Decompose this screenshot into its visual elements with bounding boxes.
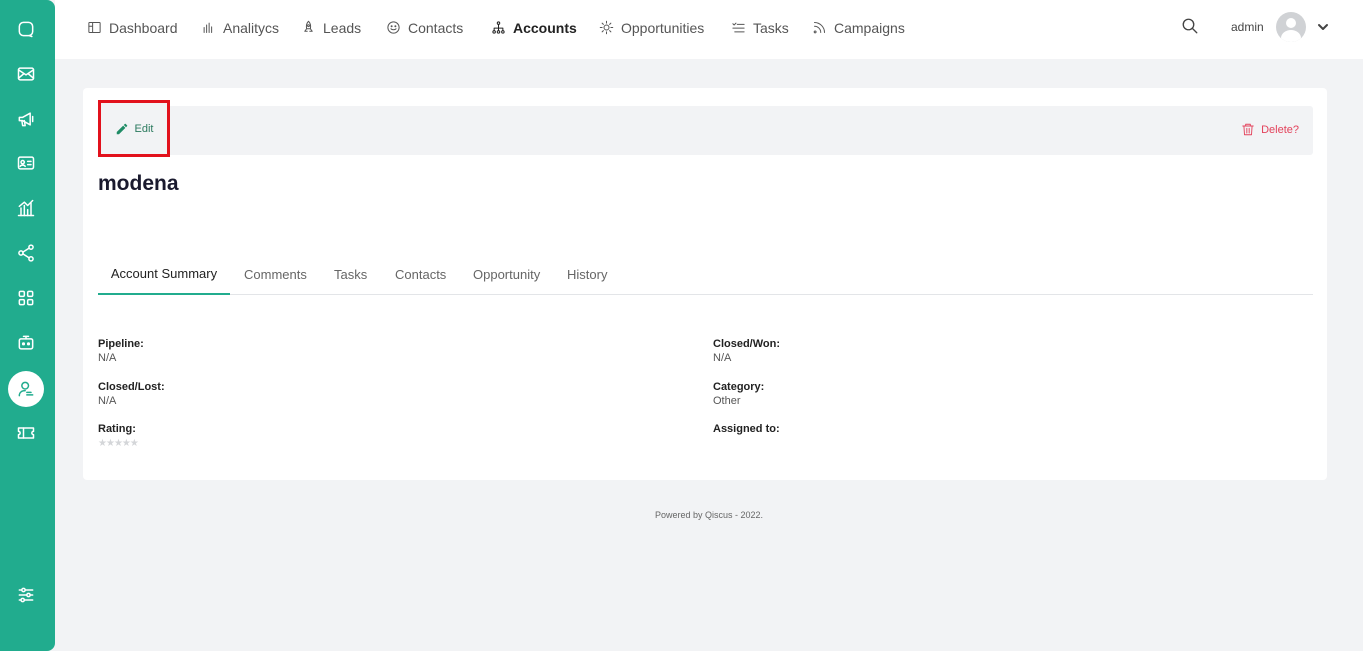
category-label: Category: xyxy=(713,381,765,393)
delete-button[interactable]: Delete? xyxy=(1241,122,1299,137)
tab-bar: Account Summary Comments Tasks Contacts … xyxy=(98,253,1313,295)
star-icon[interactable]: ★ xyxy=(130,438,139,449)
tasks-list-icon xyxy=(732,22,745,33)
nav-tasks-label: Tasks xyxy=(753,19,789,36)
star-icon[interactable]: ★ xyxy=(114,438,123,449)
settings-sliders-icon[interactable] xyxy=(8,577,44,613)
edit-button[interactable]: Edit xyxy=(98,100,170,157)
tab-opportunity[interactable]: Opportunity xyxy=(473,253,540,295)
search-icon xyxy=(1182,18,1198,34)
nav-accounts[interactable]: Accounts xyxy=(491,0,577,55)
chat-icon[interactable] xyxy=(8,11,44,47)
bot-icon[interactable] xyxy=(8,325,44,361)
closed-won-value: N/A xyxy=(713,352,732,364)
nav-campaigns-label: Campaigns xyxy=(834,19,905,36)
avatar[interactable] xyxy=(1276,12,1306,42)
tab-comments[interactable]: Comments xyxy=(244,253,307,295)
nav-leads-label: Leads xyxy=(323,19,362,36)
mail-icon[interactable] xyxy=(8,56,44,92)
analytics-chart-icon[interactable] xyxy=(8,190,44,226)
closed-lost-value: N/A xyxy=(98,395,117,407)
nav-opportunities-label: Opportunities xyxy=(621,19,705,36)
org-tree-icon xyxy=(492,21,505,34)
account-person-icon[interactable] xyxy=(8,371,44,407)
category-value: Other xyxy=(713,395,741,407)
nav-opportunities[interactable]: Opportunities xyxy=(599,0,704,55)
delete-button-label: Delete? xyxy=(1261,123,1299,136)
footer-text: Powered by Qiscus - 2022. xyxy=(654,510,764,520)
account-name-title: modena xyxy=(98,172,179,195)
nav-analitycs-label: Analitycs xyxy=(223,19,280,36)
star-icon[interactable]: ★ xyxy=(122,438,131,449)
closed-lost-label: Closed/Lost: xyxy=(98,381,165,393)
bar-chart-icon xyxy=(203,22,213,33)
tab-history[interactable]: History xyxy=(567,253,607,295)
star-icon[interactable]: ★ xyxy=(98,438,107,449)
nav-accounts-label: Accounts xyxy=(513,19,577,36)
nav-dashboard[interactable]: Dashboard xyxy=(87,0,178,55)
tab-contacts[interactable]: Contacts xyxy=(395,253,446,295)
search-button[interactable] xyxy=(1181,17,1201,37)
megaphone-icon[interactable] xyxy=(8,101,44,137)
tab-tasks[interactable]: Tasks xyxy=(334,253,367,295)
dashboard-icon xyxy=(88,22,101,33)
top-navbar: Dashboard Analitycs Leads Contacts Accou… xyxy=(55,0,1363,59)
rocket-icon xyxy=(304,20,313,32)
sun-icon xyxy=(599,20,614,35)
trash-icon xyxy=(1242,123,1254,136)
nav-contacts[interactable]: Contacts xyxy=(386,0,463,55)
ticket-icon[interactable] xyxy=(8,415,44,451)
edit-button-label: Edit xyxy=(134,122,154,135)
chevron-down-icon xyxy=(1318,24,1328,30)
smile-icon xyxy=(387,21,400,34)
closed-won-label: Closed/Won: xyxy=(713,338,781,350)
apps-grid-icon[interactable] xyxy=(8,280,44,316)
nav-analitycs[interactable]: Analitycs xyxy=(201,0,279,55)
nav-tasks[interactable]: Tasks xyxy=(731,0,789,55)
user-menu-toggle[interactable] xyxy=(1317,20,1329,32)
sidebar xyxy=(0,0,55,651)
nav-dashboard-label: Dashboard xyxy=(109,19,178,36)
assigned-to-label: Assigned to: xyxy=(713,423,780,435)
pipeline-label: Pipeline: xyxy=(98,338,144,350)
share-nodes-icon[interactable] xyxy=(8,235,44,271)
rating-stars[interactable]: ★★★★★ xyxy=(98,438,139,449)
star-icon[interactable]: ★ xyxy=(106,438,115,449)
pencil-icon xyxy=(116,123,127,134)
pipeline-value: N/A xyxy=(98,352,117,364)
nav-leads[interactable]: Leads xyxy=(301,0,361,55)
account-detail-card: Edit Delete? modena Account Summary Comm… xyxy=(83,88,1327,480)
user-name[interactable]: admin xyxy=(1231,20,1264,34)
tab-account-summary[interactable]: Account Summary xyxy=(98,253,230,295)
action-bar: Edit Delete? xyxy=(98,100,1313,157)
nav-contacts-label: Contacts xyxy=(408,19,464,36)
nav-campaigns[interactable]: Campaigns xyxy=(812,0,905,55)
rating-label: Rating: xyxy=(98,423,136,435)
id-card-icon[interactable] xyxy=(8,145,44,181)
rss-icon xyxy=(813,22,825,34)
